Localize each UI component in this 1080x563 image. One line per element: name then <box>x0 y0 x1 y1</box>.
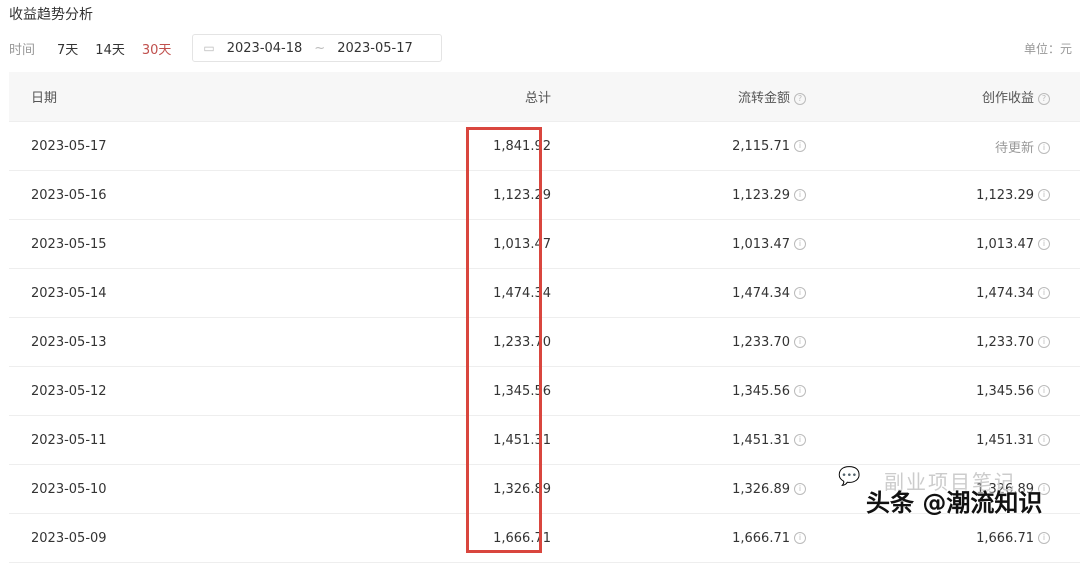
table-row: 2023-05-15 1,013.47 1,013.47 i 1,013.47 i <box>9 220 1080 269</box>
info-icon[interactable]: i <box>794 238 806 250</box>
info-icon[interactable]: i <box>1038 189 1050 201</box>
info-icon[interactable]: i <box>794 434 806 446</box>
date-cell: 2023-05-13 <box>31 334 107 350</box>
info-icon[interactable]: i <box>794 336 806 348</box>
creation-cell: 1,451.31 i <box>806 433 1050 448</box>
header-total: 总计 <box>524 91 551 106</box>
date-cell: 2023-05-17 <box>31 138 107 154</box>
info-icon[interactable]: i <box>1038 434 1050 446</box>
header-creation: 创作收益? <box>806 87 1050 106</box>
table-row: 2023-05-16 1,123.29 1,123.29 i 1,123.29 i <box>9 171 1080 220</box>
wechat-icon: 💬 <box>838 466 861 487</box>
range-separator: ~ <box>314 40 326 56</box>
info-icon[interactable]: i <box>794 532 806 544</box>
creation-cell: 1,666.71 i <box>806 531 1050 546</box>
table-row: 2023-05-17 1,841.92 2,115.71 i 待更新 i <box>9 122 1080 171</box>
info-icon[interactable]: i <box>1038 532 1050 544</box>
table-row: 2023-05-14 1,474.34 1,474.34 i 1,474.34 i <box>9 269 1080 318</box>
table-header: 日期 总计 流转金额? 创作收益? <box>9 72 1080 122</box>
creation-cell: 1,474.34 i <box>806 286 1050 301</box>
date-cell: 2023-05-16 <box>31 187 107 203</box>
transfer-cell: 1,013.47 i <box>551 237 806 252</box>
transfer-cell: 1,474.34 i <box>551 286 806 301</box>
date-cell: 2023-05-10 <box>31 481 107 497</box>
info-icon[interactable]: i <box>794 287 806 299</box>
header-transfer: 流转金额? <box>551 87 806 106</box>
date-cell: 2023-05-11 <box>31 432 107 448</box>
date-range-picker[interactable]: ▭ 2023-04-18 ~ 2023-05-17 <box>192 34 442 62</box>
date-cell: 2023-05-14 <box>31 285 107 301</box>
table-row: 2023-05-12 1,345.56 1,345.56 i 1,345.56 i <box>9 367 1080 416</box>
creation-cell: 1,345.56 i <box>806 384 1050 399</box>
info-icon[interactable]: i <box>1038 287 1050 299</box>
transfer-cell: 1,451.31 i <box>551 433 806 448</box>
info-icon[interactable]: i <box>1038 238 1050 250</box>
toutiao-watermark: 头条 @潮流知识 <box>866 489 1043 517</box>
end-date: 2023-05-17 <box>337 40 413 56</box>
help-icon[interactable]: ? <box>1038 92 1050 105</box>
time-label: 时间 <box>9 42 36 58</box>
info-icon[interactable]: i <box>1038 385 1050 397</box>
info-icon[interactable]: i <box>1038 142 1050 154</box>
page-title: 收益趋势分析 <box>9 7 93 23</box>
creation-cell: 1,013.47 i <box>806 237 1050 252</box>
transfer-cell: 2,115.71 i <box>551 139 806 154</box>
creation-cell: 待更新 i <box>806 137 1050 156</box>
range-30-days[interactable]: 30天 <box>142 39 172 58</box>
header-date: 日期 <box>31 91 58 106</box>
creation-cell: 1,123.29 i <box>806 188 1050 203</box>
range-14-days[interactable]: 14天 <box>95 39 125 58</box>
info-icon[interactable]: i <box>1038 336 1050 348</box>
info-icon[interactable]: i <box>794 385 806 397</box>
table-row: 2023-05-13 1,233.70 1,233.70 i 1,233.70 i <box>9 318 1080 367</box>
calendar-icon: ▭ <box>203 41 215 55</box>
info-icon[interactable]: i <box>794 189 806 201</box>
highlight-box <box>466 127 542 553</box>
date-cell: 2023-05-12 <box>31 383 107 399</box>
time-filter: 时间 7天 14天 30天 ▭ 2023-04-18 ~ 2023-05-17 <box>9 34 442 62</box>
transfer-cell: 1,233.70 i <box>551 335 806 350</box>
info-icon[interactable]: i <box>794 483 806 495</box>
transfer-cell: 1,123.29 i <box>551 188 806 203</box>
range-7-days[interactable]: 7天 <box>57 39 78 58</box>
table-row: 2023-05-09 1,666.71 1,666.71 i 1,666.71 i <box>9 514 1080 563</box>
info-icon[interactable]: i <box>794 140 806 152</box>
date-cell: 2023-05-15 <box>31 236 107 252</box>
creation-cell: 1,233.70 i <box>806 335 1050 350</box>
help-icon[interactable]: ? <box>794 92 806 105</box>
transfer-cell: 1,326.89 i <box>551 482 806 497</box>
date-cell: 2023-05-09 <box>31 530 107 546</box>
start-date: 2023-04-18 <box>226 40 303 56</box>
unit-label: 单位：元 <box>1023 42 1072 56</box>
transfer-cell: 1,666.71 i <box>551 531 806 546</box>
table-row: 2023-05-11 1,451.31 1,451.31 i 1,451.31 i <box>9 416 1080 465</box>
transfer-cell: 1,345.56 i <box>551 384 806 399</box>
